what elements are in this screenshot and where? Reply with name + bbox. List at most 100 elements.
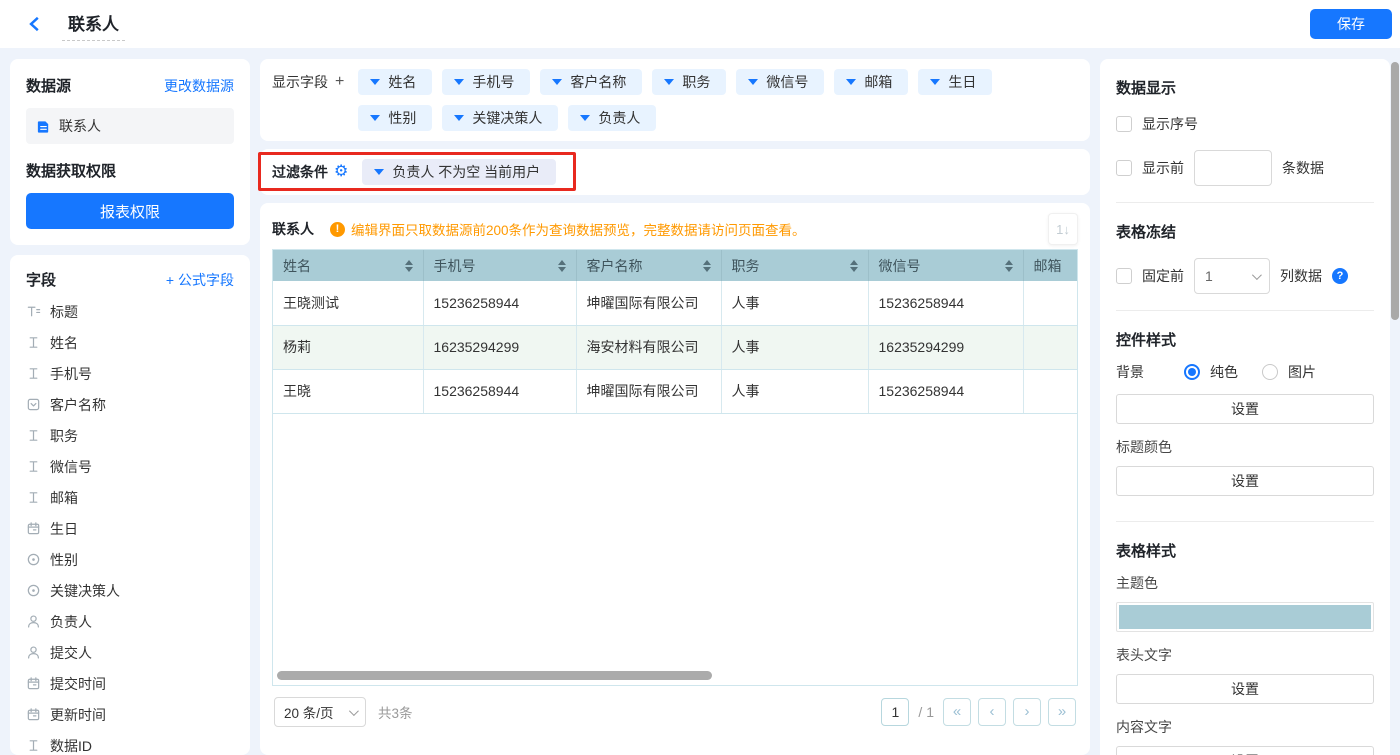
display-chip-job[interactable]: 职务 <box>652 69 726 95</box>
horizontal-scrollbar[interactable] <box>277 671 712 680</box>
table-row: 王晓15236258944坤曜国际有限公司人事15236258944 <box>273 369 1078 413</box>
field-item-customer[interactable]: 客户名称 <box>26 389 234 420</box>
field-item-phone[interactable]: 手机号 <box>26 358 234 389</box>
fix-suffix: 列数据 <box>1280 266 1322 286</box>
field-item-submit-time[interactable]: 提交时间 <box>26 668 234 699</box>
display-fields-label: 显示字段 <box>272 72 328 92</box>
sort-arrows-icon[interactable] <box>1005 260 1013 272</box>
add-display-field-button[interactable]: + <box>335 73 344 91</box>
field-item-data-id[interactable]: 数据ID <box>26 730 234 755</box>
column-header-email[interactable]: 邮箱 <box>1023 250 1078 281</box>
filter-settings-gear-icon[interactable]: ⚙ <box>334 164 348 180</box>
table-row: 杨莉16235294299海安材料有限公司人事16235294299 <box>273 325 1078 369</box>
column-header-job[interactable]: 职务 <box>721 250 868 281</box>
filter-condition-chip[interactable]: 负责人 不为空 当前用户 <box>362 159 556 185</box>
fix-columns-checkbox[interactable] <box>1116 268 1132 284</box>
next-page-button[interactable]: › <box>1013 698 1041 726</box>
chevron-down-icon <box>454 115 464 121</box>
title-color-label: 标题颜色 <box>1116 437 1374 457</box>
display-chip-gender[interactable]: 性别 <box>358 105 432 131</box>
content-text-set-button[interactable]: 设置 <box>1116 746 1374 755</box>
image-radio[interactable] <box>1262 364 1278 380</box>
first-page-button[interactable]: « <box>943 698 971 726</box>
theme-color-swatch[interactable] <box>1116 602 1374 632</box>
field-item-update-time[interactable]: 更新时间 <box>26 699 234 730</box>
title-color-set-button[interactable]: 设置 <box>1116 466 1374 496</box>
theme-color-label: 主题色 <box>1116 573 1374 593</box>
sort-arrows-icon[interactable] <box>703 260 711 272</box>
column-header-customer[interactable]: 客户名称 <box>576 250 721 281</box>
header-text-set-button[interactable]: 设置 <box>1116 674 1374 704</box>
field-item-key-decider[interactable]: 关键决策人 <box>26 575 234 606</box>
display-chip-customer[interactable]: 客户名称 <box>540 69 642 95</box>
field-item-owner[interactable]: 负责人 <box>26 606 234 637</box>
sort-arrows-icon[interactable] <box>405 260 413 272</box>
show-first-checkbox[interactable] <box>1116 160 1132 176</box>
display-chip-owner[interactable]: 负责人 <box>568 105 656 131</box>
column-header-phone[interactable]: 手机号 <box>423 250 576 281</box>
table-title: 联系人 <box>272 219 314 239</box>
radio-icon <box>26 583 41 598</box>
field-item-wechat[interactable]: 微信号 <box>26 451 234 482</box>
column-header-wechat[interactable]: 微信号 <box>868 250 1023 281</box>
back-icon[interactable] <box>26 15 44 33</box>
save-button[interactable]: 保存 <box>1310 9 1392 39</box>
divider <box>1116 521 1374 522</box>
column-header-name[interactable]: 姓名 <box>273 250 423 281</box>
last-page-button[interactable]: » <box>1048 698 1076 726</box>
field-item-name[interactable]: 姓名 <box>26 327 234 358</box>
radio-icon <box>26 552 41 567</box>
field-list: 标题 姓名 手机号 客户名称 职务 微信号 邮箱 生日 性别 关键决策人 负责人… <box>26 296 234 755</box>
field-item-email[interactable]: 邮箱 <box>26 482 234 513</box>
table-header-row: 姓名 手机号 客户名称 职务 微信号 邮箱 <box>273 250 1078 281</box>
chevron-down-icon <box>580 115 590 121</box>
chevron-down-icon <box>846 79 856 85</box>
person-icon <box>26 645 41 660</box>
text-icon <box>26 459 41 474</box>
left-sidebar: 数据源 更改数据源 联系人 数据获取权限 报表权限 字段 + 公式字段 标题 姓… <box>10 59 250 755</box>
display-chip-phone[interactable]: 手机号 <box>442 69 530 95</box>
sort-arrows-icon[interactable] <box>558 260 566 272</box>
permission-title: 数据获取权限 <box>26 160 234 181</box>
field-item-birthday[interactable]: 生日 <box>26 513 234 544</box>
show-index-checkbox[interactable] <box>1116 116 1132 132</box>
total-count: 共3条 <box>378 702 413 722</box>
help-icon[interactable]: ? <box>1332 268 1348 284</box>
display-chip-birthday[interactable]: 生日 <box>918 69 992 95</box>
vertical-scrollbar[interactable] <box>1391 62 1399 320</box>
datasource-item[interactable]: 联系人 <box>26 108 234 144</box>
calendar-icon <box>26 521 41 536</box>
datasource-title: 数据源 <box>26 75 71 96</box>
settings-sidebar: 数据显示 显示序号 显示前 条数据 表格冻结 固定前 1 列数据 <box>1100 59 1390 755</box>
page-size-select[interactable]: 20 条/页 <box>274 697 366 727</box>
datasource-card: 数据源 更改数据源 联系人 数据获取权限 报表权限 <box>10 59 250 245</box>
add-formula-field-link[interactable]: + 公式字段 <box>166 270 234 290</box>
background-set-button[interactable]: 设置 <box>1116 394 1374 424</box>
display-chip-wechat[interactable]: 微信号 <box>736 69 824 95</box>
sort-arrows-icon[interactable] <box>850 260 858 272</box>
display-chip-key-decider[interactable]: 关键决策人 <box>442 105 558 131</box>
display-chip-email[interactable]: 邮箱 <box>834 69 908 95</box>
display-chip-name[interactable]: 姓名 <box>358 69 432 95</box>
change-datasource-link[interactable]: 更改数据源 <box>164 76 234 96</box>
main-editor: 显示字段 + 姓名 手机号 客户名称 职务 微信号 邮箱 生日 性别 关键决策人… <box>260 59 1090 755</box>
field-item-gender[interactable]: 性别 <box>26 544 234 575</box>
solid-color-radio[interactable] <box>1184 364 1200 380</box>
table-style-title: 表格样式 <box>1116 540 1374 561</box>
solid-color-label: 纯色 <box>1210 362 1238 382</box>
field-item-title[interactable]: 标题 <box>26 296 234 327</box>
data-table: 姓名 手机号 客户名称 职务 微信号 邮箱 王晓测试15236258944坤曜国… <box>272 249 1078 686</box>
prev-page-button[interactable]: ‹ <box>978 698 1006 726</box>
row-limit-input[interactable] <box>1194 150 1272 186</box>
show-first-suffix: 条数据 <box>1282 158 1324 178</box>
report-permission-button[interactable]: 报表权限 <box>26 193 234 229</box>
content-text-label: 内容文字 <box>1116 717 1374 737</box>
chevron-down-icon <box>930 79 940 85</box>
top-bar: 联系人 保存 <box>0 0 1400 48</box>
field-item-submitter[interactable]: 提交人 <box>26 637 234 668</box>
field-item-job[interactable]: 职务 <box>26 420 234 451</box>
current-page-input[interactable]: 1 <box>881 698 909 726</box>
fix-columns-select[interactable]: 1 <box>1194 258 1270 294</box>
sort-order-button[interactable]: 1↓ <box>1048 213 1078 245</box>
chevron-down-icon <box>370 79 380 85</box>
